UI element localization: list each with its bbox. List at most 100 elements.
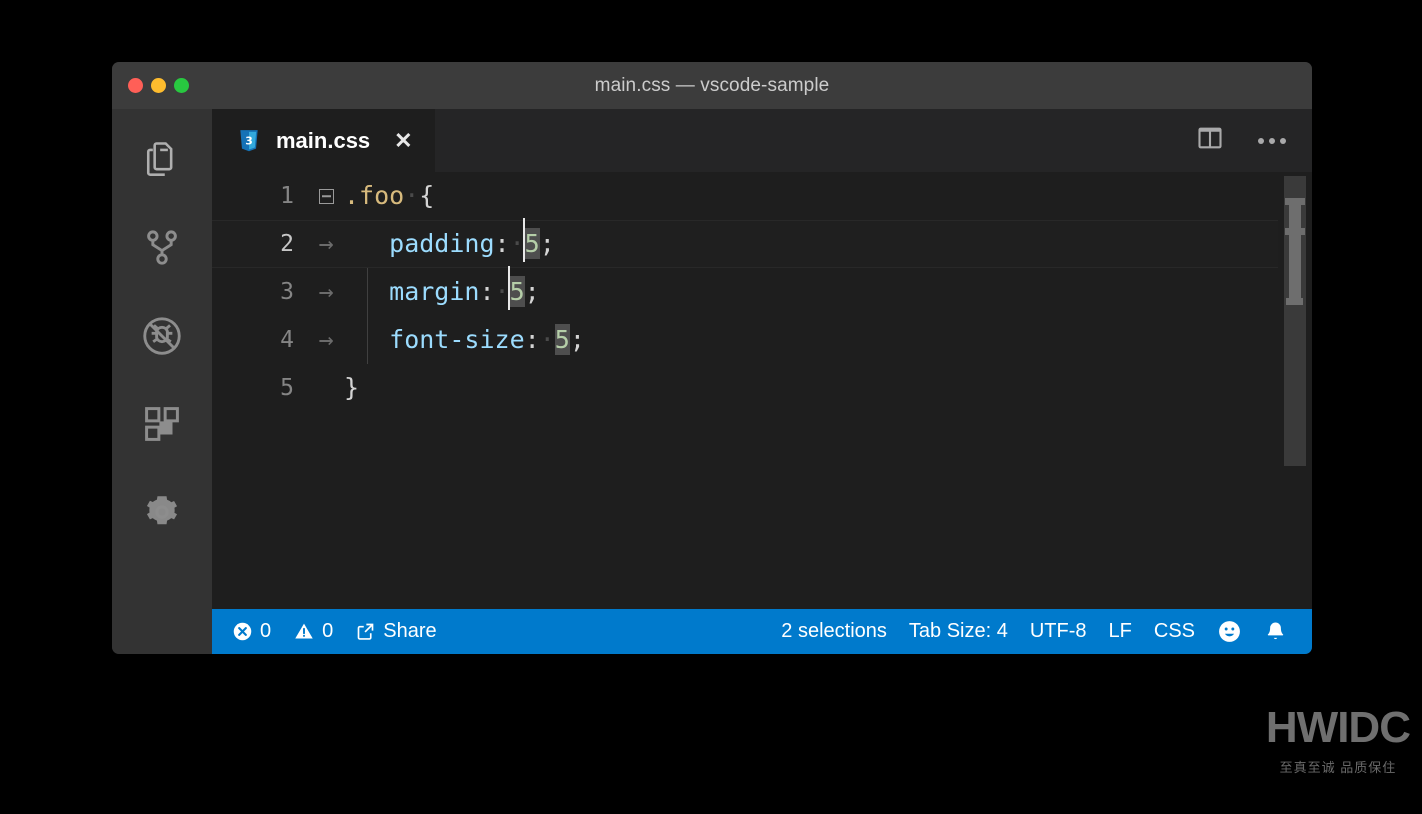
minimap-line: [1285, 198, 1305, 205]
bell-icon: [1264, 620, 1287, 643]
line-content: }: [344, 364, 1312, 412]
window-title: main.css — vscode-sample: [594, 74, 830, 96]
activity-bar: [112, 109, 212, 654]
title-bar: main.css — vscode-sample: [112, 62, 1312, 109]
line-content: padding:·5;: [344, 220, 1312, 268]
status-share[interactable]: Share: [344, 620, 447, 643]
fold-toggle[interactable]: [308, 188, 344, 204]
line-number: 5: [280, 375, 294, 401]
semicolon: ;: [569, 325, 585, 354]
line-number: 4: [280, 327, 294, 353]
status-eol[interactable]: LF: [1098, 620, 1143, 643]
tab-close-button[interactable]: ✕: [394, 129, 412, 152]
code-line: 2 → padding:·5;: [212, 220, 1312, 268]
close-window-button[interactable]: [128, 78, 143, 93]
code-lines: 1 .foo·{ 2 → padding:·5; 3 → margin:·5; …: [212, 172, 1312, 412]
smiley-icon: [1217, 619, 1242, 644]
colon: :: [494, 229, 510, 258]
code-line: 3 → margin:·5;: [212, 268, 1312, 316]
minimap-line: [1285, 228, 1305, 235]
warning-count: 0: [322, 620, 334, 642]
tab-arrow-icon: →: [318, 229, 334, 258]
semicolon: ;: [524, 277, 540, 306]
code-line: 1 .foo·{: [212, 172, 1312, 220]
line-number: 3: [280, 279, 294, 305]
minimap-line: [1289, 205, 1301, 305]
tab-indicator: →: [308, 316, 344, 364]
window-controls: [128, 78, 189, 93]
fold-collapse-icon: [318, 188, 334, 204]
selected-value: 5: [509, 276, 525, 307]
window-body: 3 main.css ✕ 1 .foo·{2 → padding:·5; 3 …: [112, 109, 1312, 654]
source-control-icon: [140, 226, 184, 270]
minimap-line: [1286, 298, 1303, 305]
status-language-mode[interactable]: CSS: [1143, 620, 1206, 643]
status-encoding[interactable]: UTF-8: [1019, 620, 1098, 643]
selected-value: 5: [554, 324, 570, 355]
files-icon: [140, 138, 184, 182]
svg-text:3: 3: [245, 134, 253, 147]
status-errors[interactable]: 0: [232, 620, 282, 643]
css-selector: .foo: [344, 181, 405, 210]
minimize-window-button[interactable]: [151, 78, 166, 93]
sidebar-item-explorer[interactable]: [137, 135, 187, 185]
whitespace-dot: ·: [404, 181, 420, 210]
status-tab-size[interactable]: Tab Size: 4: [898, 620, 1019, 643]
line-content: margin:·5;: [344, 268, 1312, 316]
status-selections[interactable]: 2 selections: [770, 620, 898, 643]
share-icon: [355, 621, 376, 642]
share-label: Share: [383, 620, 437, 642]
line-content: .foo·{: [344, 172, 1312, 220]
code-editor[interactable]: 1 .foo·{ 2 → padding:·5; 3 → margin:·5; …: [212, 172, 1312, 609]
whitespace-dot: ·: [539, 325, 555, 354]
status-warnings[interactable]: 0: [282, 620, 344, 643]
css-property: font-size: [389, 325, 525, 354]
editor-actions: [1196, 109, 1312, 172]
tab-main-css[interactable]: 3 main.css ✕: [212, 109, 435, 172]
colon: :: [524, 325, 540, 354]
code-line: 5 }: [212, 364, 1312, 412]
editor-group: 3 main.css ✕ 1 .foo·{2 → padding:·5; 3 …: [212, 109, 1312, 654]
close-brace: }: [344, 373, 360, 402]
warning-icon: [293, 621, 315, 642]
gear-icon: [141, 491, 183, 533]
sidebar-item-run-and-debug[interactable]: [137, 311, 187, 361]
line-content: font-size:·5;: [344, 316, 1312, 364]
status-bar-left: 0 0 Share: [232, 620, 448, 643]
split-editor-icon: [1196, 124, 1224, 157]
css-property: padding: [389, 229, 495, 258]
more-actions-button[interactable]: [1258, 137, 1286, 144]
watermark: HWIDC 至真至诚 品质保住: [1265, 703, 1411, 776]
css-property: margin: [389, 277, 480, 306]
sidebar-item-source-control[interactable]: [137, 223, 187, 273]
ellipsis-icon: [1258, 137, 1286, 144]
sidebar-item-settings[interactable]: [137, 487, 187, 537]
tab-indicator: →: [308, 268, 344, 316]
status-bar-right: 2 selections Tab Size: 4 UTF-8 LF CSS: [770, 619, 1298, 644]
editor-scrollbar[interactable]: [1278, 172, 1312, 609]
watermark-main: HWIDC: [1265, 703, 1411, 752]
line-number: 2: [280, 231, 294, 257]
semicolon: ;: [539, 229, 555, 258]
split-editor-button[interactable]: [1196, 124, 1224, 157]
error-icon: [232, 621, 253, 642]
tab-arrow-icon: →: [318, 325, 334, 354]
colon: :: [479, 277, 495, 306]
extensions-icon: [141, 403, 183, 445]
vscode-window: main.css — vscode-sample 3 main.css ✕ 1 …: [112, 62, 1312, 654]
status-bar: 0 0 Share 2 selections Tab Size: 4 UTF-8…: [212, 609, 1312, 654]
watermark-sub: 至真至诚 品质保住: [1279, 760, 1397, 775]
status-notifications[interactable]: [1253, 620, 1298, 643]
open-brace: {: [419, 181, 435, 210]
sidebar-item-extensions[interactable]: [137, 399, 187, 449]
scrollbar-slider[interactable]: [1284, 176, 1306, 466]
maximize-window-button[interactable]: [174, 78, 189, 93]
line-number: 1: [280, 183, 294, 209]
tab-indicator: →: [308, 220, 344, 268]
tab-arrow-icon: →: [318, 277, 334, 306]
css-file-icon: 3: [236, 128, 262, 154]
tab-bar: 3 main.css ✕: [212, 109, 1312, 172]
code-line: 4 → font-size:·5;: [212, 316, 1312, 364]
status-feedback[interactable]: [1206, 619, 1253, 644]
selected-value: 5: [524, 228, 540, 259]
